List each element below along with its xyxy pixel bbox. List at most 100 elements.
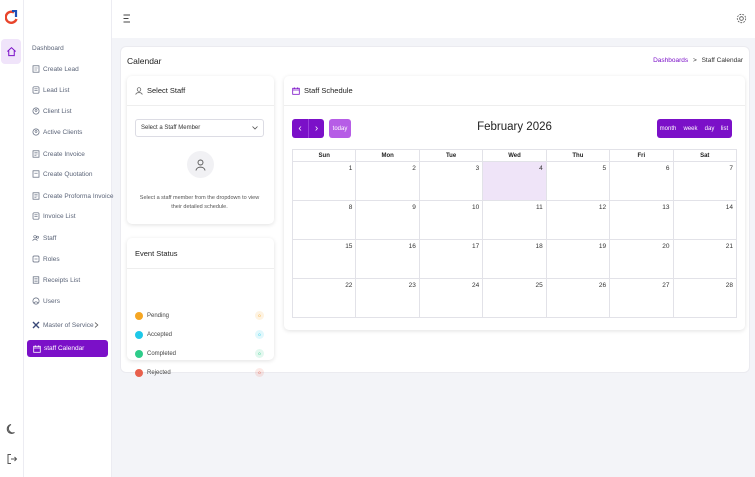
chevron-right-icon: [94, 322, 99, 328]
calendar-day-cell[interactable]: 1: [291, 161, 357, 201]
status-count-badge: 0: [255, 311, 264, 320]
dark-mode-moon-icon[interactable]: [6, 423, 18, 435]
calendar-day-cell[interactable]: 20: [609, 239, 674, 279]
sidebar-item-create-proforma-invoice[interactable]: Create Proforma Invoice: [32, 189, 113, 203]
sidebar-item-roles[interactable]: Roles: [32, 252, 60, 266]
status-dot: [135, 350, 143, 358]
sidebar-item-label: Staff: [43, 234, 57, 242]
staff-schedule-card: Staff Schedule ‹ › today February 2026 m…: [284, 76, 745, 330]
sidebar-item-staff-calendar[interactable]: staff Calendar: [27, 340, 108, 357]
weekday-header: Mon: [355, 149, 420, 162]
roles-icon: [32, 255, 40, 263]
view-day-button[interactable]: day: [702, 119, 717, 138]
sidebar-item-label: Master of Service: [43, 321, 94, 329]
view-month-button[interactable]: month: [657, 119, 679, 138]
calendar-day-cell[interactable]: 6: [609, 161, 674, 201]
sidebar-item-lead-list[interactable]: Lead List: [32, 83, 69, 97]
sidebar-item-receipts-list[interactable]: Receipts List: [32, 273, 80, 287]
sidebar-item-create-quotation[interactable]: Create Quotation: [32, 167, 93, 181]
calendar-day-cell[interactable]: 8: [291, 200, 357, 240]
calendar-week-row: 22 23 24 25 26 27 28: [291, 278, 738, 318]
view-week-button[interactable]: week: [679, 119, 702, 138]
event-status-header: Event Status: [127, 238, 274, 269]
logout-icon[interactable]: [6, 453, 18, 465]
calendar-day-cell[interactable]: 11: [482, 200, 547, 240]
sidebar-item-users[interactable]: Users: [32, 294, 60, 308]
list-icon: [32, 86, 40, 94]
calendar-day-cell[interactable]: 12: [545, 200, 611, 240]
calendar-page-panel: Calendar Dashboards > Staff Calendar Sel…: [120, 46, 750, 377]
calendar-day-cell[interactable]: 7: [672, 161, 738, 201]
user-placeholder-icon: [195, 159, 206, 171]
calendar-week-row: 15 16 17 18 19 20 21: [291, 239, 738, 279]
home-icon[interactable]: [1, 39, 21, 64]
status-dot: [135, 331, 143, 339]
sidebar-item-label: Create Lead: [43, 65, 79, 73]
calendar-day-cell[interactable]: 16: [355, 239, 420, 279]
weekday-header: Fri: [609, 149, 674, 162]
sidebar-item-dashboard[interactable]: Dashboard: [32, 41, 64, 55]
breadcrumb-link-dashboards[interactable]: Dashboards: [653, 57, 688, 64]
sidebar-item-label: Client List: [43, 107, 72, 115]
sidebar-item-label: Create Quotation: [43, 170, 93, 178]
calendar-day-cell[interactable]: 4: [482, 161, 547, 201]
calendar-week-row: 8 9 10 11 12 13 14: [291, 200, 738, 240]
calendar-day-cell[interactable]: 28: [672, 278, 738, 318]
staff-select-dropdown[interactable]: Select a Staff Member: [135, 119, 264, 137]
sidebar-item-create-invoice[interactable]: Create Invoice: [32, 147, 85, 161]
sidebar-item-create-lead[interactable]: Create Lead: [32, 62, 79, 76]
view-list-button[interactable]: list: [717, 119, 732, 138]
breadcrumb-current: Staff Calendar: [701, 57, 743, 64]
client-icon: [32, 107, 40, 115]
sidebar-item-client-list[interactable]: Client List: [32, 104, 72, 118]
calendar-day-cell[interactable]: 15: [291, 239, 357, 279]
sidebar-item-label: staff Calendar: [44, 345, 85, 352]
staff-icon: [32, 234, 40, 242]
calendar-day-cell[interactable]: 26: [545, 278, 611, 318]
staff-schedule-header: Staff Schedule: [284, 76, 745, 106]
quotation-icon: [32, 170, 40, 178]
page-title: Calendar: [127, 56, 162, 66]
calendar-day-cell[interactable]: 21: [672, 239, 738, 279]
calendar-day-cell[interactable]: 3: [418, 161, 484, 201]
calendar-day-cell[interactable]: 19: [545, 239, 611, 279]
calendar-day-cell[interactable]: 9: [355, 200, 420, 240]
settings-gear-icon[interactable]: [736, 13, 747, 24]
sidebar-item-staff[interactable]: Staff: [32, 231, 56, 245]
invoice-icon: [32, 150, 40, 158]
calendar-day-cell[interactable]: 13: [609, 200, 674, 240]
sidebar-item-active-clients[interactable]: Active Clients: [32, 125, 82, 139]
menu-toggle-icon[interactable]: [123, 14, 132, 23]
list-icon: [32, 212, 40, 220]
calendar-day-cell[interactable]: 2: [355, 161, 420, 201]
weekday-header: Thu: [545, 149, 611, 162]
calendar-day-cell[interactable]: 5: [545, 161, 611, 201]
calendar-day-cell[interactable]: 27: [609, 278, 674, 318]
status-dot: [135, 369, 143, 377]
users-icon: [32, 297, 40, 305]
sidebar-item-label: Dashboard: [32, 44, 64, 52]
event-status-card: Event Status Pending 0 Accepted 0 Completed 0…: [127, 238, 274, 377]
status-row-pending: Pending 0: [135, 310, 266, 322]
calendar-day-cell[interactable]: 18: [482, 239, 547, 279]
staff-schedule-title: Staff Schedule: [304, 86, 353, 95]
calendar-day-cell[interactable]: 24: [418, 278, 484, 318]
calendar-icon: [33, 344, 41, 353]
icon-rail: [0, 0, 24, 477]
client-icon: [32, 128, 40, 136]
sidebar: Dashboard Create Lead Lead List Client List…: [24, 0, 113, 477]
breadcrumb: Dashboards > Staff Calendar: [653, 57, 743, 64]
calendar-week-row: 1234567: [291, 161, 738, 201]
calendar-day-cell[interactable]: 22: [291, 278, 357, 318]
calendar-day-cell[interactable]: 23: [355, 278, 420, 318]
status-row-completed: Completed 0: [135, 348, 266, 360]
calendar-day-cell[interactable]: 14: [672, 200, 738, 240]
sidebar-item-master-of-service[interactable]: Master of Service: [32, 318, 99, 332]
form-icon: [32, 65, 40, 73]
weekday-header: Sun: [291, 149, 357, 162]
calendar-day-cell[interactable]: 25: [482, 278, 547, 318]
calendar-day-cell[interactable]: 10: [418, 200, 484, 240]
sidebar-item-invoice-list[interactable]: Invoice List: [32, 209, 76, 223]
status-row-accepted: Accepted 0: [135, 329, 266, 341]
calendar-day-cell[interactable]: 17: [418, 239, 484, 279]
